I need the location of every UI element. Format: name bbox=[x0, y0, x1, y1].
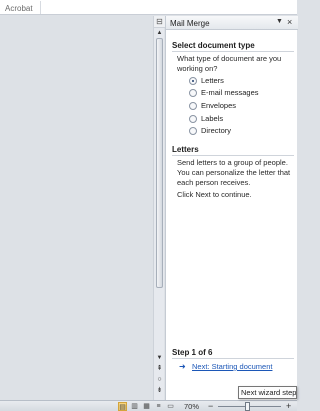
select-document-type-heading: Select document type bbox=[172, 41, 255, 50]
previous-page-icon[interactable]: ⇞ bbox=[155, 364, 164, 374]
ribbon-separator bbox=[40, 1, 41, 14]
arrow-right-icon[interactable]: ➜ bbox=[179, 362, 186, 371]
document-canvas[interactable] bbox=[0, 16, 152, 400]
radio-button[interactable] bbox=[189, 115, 197, 123]
status-bar: ▤ ▥ ▦ ≡ ▭ 70% − + bbox=[0, 400, 297, 411]
vertical-scrollbar[interactable]: ⊟ ▲ ▼ ⇞ ○ ⇟ bbox=[153, 16, 165, 400]
zoom-level[interactable]: 70% bbox=[184, 402, 199, 411]
pane-title: Mail Merge bbox=[170, 19, 210, 28]
radio-label[interactable]: Labels bbox=[201, 114, 223, 124]
section-divider bbox=[172, 358, 294, 359]
step-indicator: Step 1 of 6 bbox=[172, 348, 213, 357]
scroll-down-arrow-icon[interactable]: ▼ bbox=[155, 354, 164, 362]
acrobat-group-label: Acrobat bbox=[5, 4, 33, 13]
outline-view-icon[interactable]: ≡ bbox=[154, 402, 163, 411]
radio-label[interactable]: Envelopes bbox=[201, 101, 236, 111]
zoom-out-icon[interactable]: − bbox=[208, 401, 213, 411]
next-starting-document-link[interactable]: Next: Starting document bbox=[192, 362, 272, 371]
radio-label[interactable]: Directory bbox=[201, 126, 231, 136]
zoom-in-icon[interactable]: + bbox=[286, 401, 291, 411]
radio-label[interactable]: E-mail messages bbox=[201, 88, 259, 98]
letters-heading: Letters bbox=[172, 145, 199, 154]
radio-button[interactable] bbox=[189, 102, 197, 110]
close-icon[interactable]: × bbox=[287, 17, 292, 27]
scroll-up-arrow-icon[interactable]: ▲ bbox=[155, 29, 164, 37]
section-divider bbox=[172, 155, 294, 156]
radio-button[interactable] bbox=[189, 77, 197, 85]
draft-view-icon[interactable]: ▭ bbox=[166, 402, 175, 411]
pane-options-dropdown-icon[interactable]: ▼ bbox=[276, 18, 283, 25]
next-page-icon[interactable]: ⇟ bbox=[155, 386, 164, 396]
ribbon-strip: Acrobat bbox=[0, 0, 297, 15]
radio-label[interactable]: Letters bbox=[201, 76, 224, 86]
radio-button[interactable] bbox=[189, 89, 197, 97]
print-layout-view-icon[interactable]: ▤ bbox=[118, 402, 127, 411]
web-layout-view-icon[interactable]: ▦ bbox=[142, 402, 151, 411]
mail-merge-pane: Mail Merge ▼ × Select document type What… bbox=[165, 16, 298, 400]
letters-description: Send letters to a group of people. You c… bbox=[177, 158, 291, 187]
full-screen-reading-view-icon[interactable]: ▥ bbox=[130, 402, 139, 411]
radio-button[interactable] bbox=[189, 127, 197, 135]
pane-header: Mail Merge ▼ × bbox=[166, 16, 298, 30]
ruler-toggle-icon[interactable]: ⊟ bbox=[154, 16, 165, 28]
scrollbar-thumb[interactable] bbox=[156, 38, 163, 288]
select-browse-object-icon[interactable]: ○ bbox=[155, 375, 164, 385]
section-divider bbox=[172, 51, 294, 52]
continue-instruction: Click Next to continue. bbox=[177, 190, 252, 199]
next-wizard-step-tooltip: Next wizard step bbox=[238, 386, 297, 399]
zoom-slider-thumb[interactable] bbox=[245, 402, 250, 411]
document-type-question: What type of document are you working on… bbox=[177, 54, 282, 73]
